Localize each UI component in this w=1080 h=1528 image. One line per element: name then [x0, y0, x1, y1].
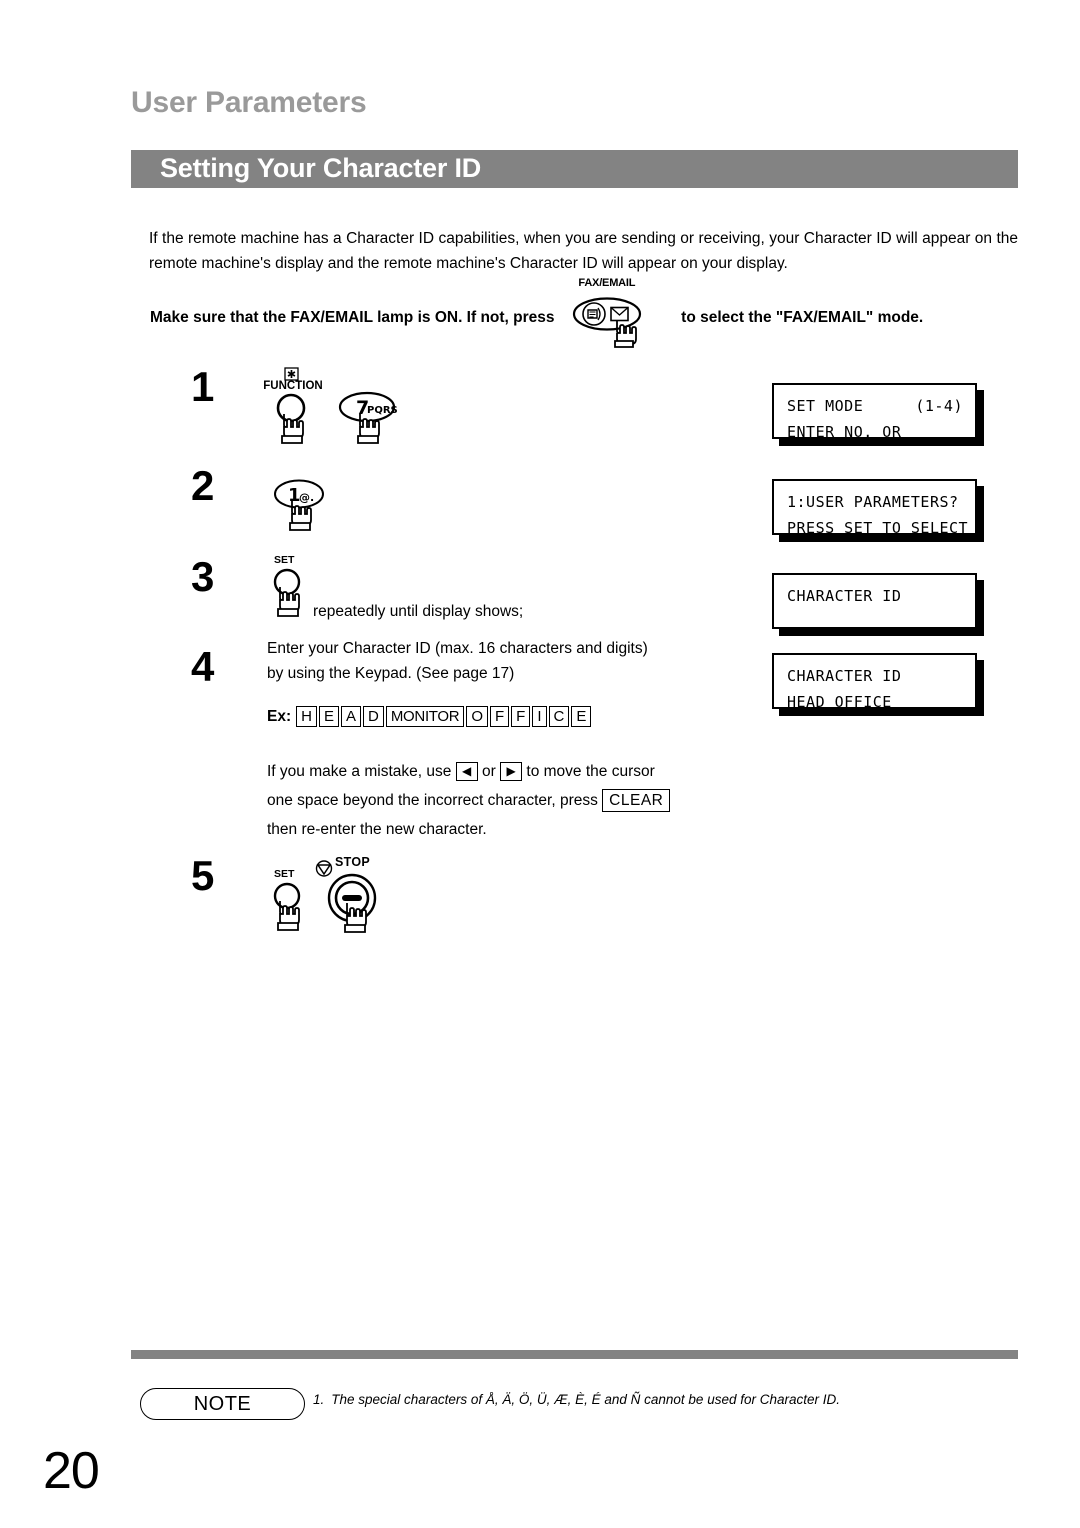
step-3-text: repeatedly until display shows; [313, 603, 524, 620]
mistake-part-1: If you make a mistake, use [267, 763, 452, 780]
lcd-4-line2: HEAD OFFICE [787, 693, 892, 711]
example-key-o[interactable]: O [466, 706, 488, 727]
key-7-pqrs-icon[interactable]: 7 PQRS [334, 390, 412, 490]
step-4-text-line1: Enter your Character ID (max. 16 charact… [267, 640, 648, 657]
intro-paragraph: If the remote machine has a Character ID… [149, 229, 1018, 272]
page-number: 20 [43, 1442, 100, 1500]
mistake-line-2: one space beyond the incorrect character… [267, 786, 767, 815]
mistake-correction-text: If you make a mistake, use ◀ or ▶ to mov… [267, 757, 767, 844]
lcd-display-step-2: 1:USER PARAMETERS? PRESS SET TO SELECT [772, 479, 977, 537]
example-key-sequence: Ex: H E A D MONITOR O F F I C E [267, 706, 593, 727]
fax-email-key-label: FAX/EMAIL [578, 277, 636, 289]
example-key-d[interactable]: D [363, 706, 384, 727]
set-key-label-step-5: SET [274, 868, 295, 880]
step-number-5: 5 [191, 852, 215, 899]
lamp-instruction-before: Make sure that the FAX/EMAIL lamp is ON.… [150, 309, 555, 326]
lcd-1-line1-left: SET MODE [787, 397, 864, 415]
fax-email-instruction: Make sure that the FAX/EMAIL lamp is ON.… [150, 277, 1030, 348]
svg-text:PQRS: PQRS [367, 405, 398, 416]
stop-key-label: STOP [335, 855, 371, 869]
fax-email-key-group[interactable]: FAX/EMAIL [565, 277, 649, 348]
note-badge: NOTE [140, 1388, 305, 1420]
lamp-instruction-after: to select the "FAX/EMAIL" mode. [681, 309, 924, 326]
example-key-i[interactable]: I [532, 706, 547, 727]
footer-divider [131, 1350, 1018, 1359]
mistake-part-2: to move the cursor [526, 763, 655, 780]
example-key-monitor[interactable]: MONITOR [385, 706, 465, 727]
lcd-2-line1-left: 1:USER PARAMETERS? [787, 493, 959, 511]
lcd-display-step-4: CHARACTER ID HEAD OFFICE [772, 653, 977, 711]
cursor-right-arrow-icon[interactable]: ▶ [500, 762, 523, 782]
step-number-1: 1 [191, 363, 215, 410]
lcd-3-line1: CHARACTER ID [787, 587, 902, 605]
mistake-part-3: one space beyond the incorrect character… [267, 792, 598, 809]
example-label: Ex: [267, 707, 292, 725]
lcd-display-step-1: SET MODE (1-4) ENTER NO. OR [772, 383, 977, 441]
note-number: 1. [313, 1392, 325, 1407]
svg-text:@.: @. [299, 491, 314, 504]
section-title: Setting Your Character ID [160, 152, 482, 183]
example-key-f1[interactable]: F [489, 706, 510, 727]
cursor-left-arrow-icon[interactable]: ◀ [455, 762, 478, 782]
example-key-a[interactable]: A [340, 706, 361, 727]
step-number-3: 3 [191, 553, 215, 600]
example-key-c[interactable]: C [548, 706, 570, 727]
mistake-part-4: then re-enter the new character. [267, 821, 487, 838]
example-key-e[interactable]: E [318, 706, 339, 727]
function-key-label: FUNCTION [263, 380, 323, 392]
note-text: 1. The special characters of Å, Ä, Ö, Ü, … [313, 1392, 1013, 1407]
set-key-label-step-3: SET [274, 554, 295, 566]
lcd-4-line1: CHARACTER ID [787, 667, 902, 685]
note-body: The special characters of Å, Ä, Ö, Ü, Æ,… [331, 1392, 840, 1407]
example-key-f2[interactable]: F [511, 706, 531, 727]
step-4-text-line2: by using the Keypad. (See page 17) [267, 665, 515, 682]
lcd-display-step-3: CHARACTER ID [772, 573, 977, 629]
stop-key-icon[interactable] [314, 860, 400, 952]
key-1-at-icon[interactable]: 1 @. [271, 478, 341, 564]
mistake-or: or [481, 763, 496, 780]
fax-email-button-icon[interactable] [565, 297, 649, 363]
step-number-2: 2 [191, 462, 215, 509]
step-number-4: 4 [191, 643, 215, 690]
lcd-1-line1-right: (1-4) [915, 397, 963, 415]
clear-key-chip[interactable]: CLEAR [602, 789, 671, 813]
step-4-text: Enter your Character ID (max. 16 charact… [267, 636, 737, 686]
page-title: User Parameters [131, 86, 367, 119]
mistake-line-1: If you make a mistake, use ◀ or ▶ to mov… [267, 757, 767, 786]
section-header-band: Setting Your Character ID [131, 150, 1018, 188]
set-key-icon[interactable] [266, 558, 326, 638]
lcd-1-line2: ENTER NO. OR [787, 423, 902, 441]
lcd-2-line2: PRESS SET TO SELECT [787, 519, 969, 537]
example-key-e2[interactable]: E [571, 706, 592, 727]
example-key-h[interactable]: H [296, 706, 317, 727]
